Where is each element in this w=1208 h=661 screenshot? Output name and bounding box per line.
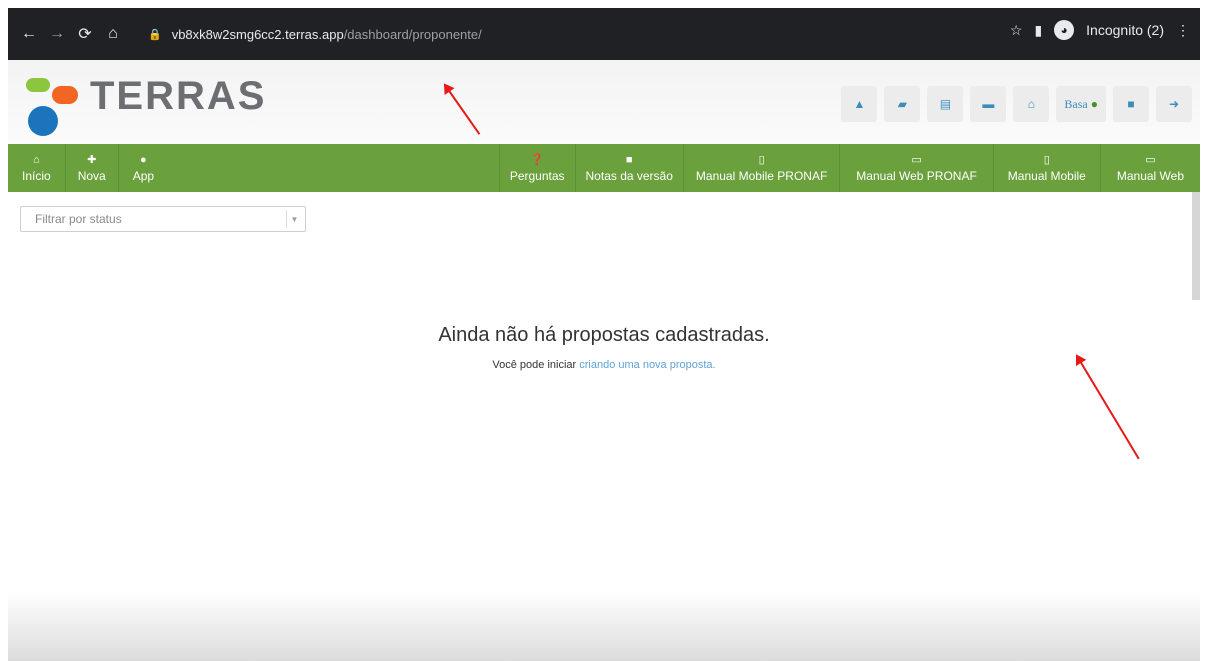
mobile-icon: ▯ xyxy=(758,154,765,166)
reload-icon[interactable]: ⟳ xyxy=(74,23,96,45)
nav-label: Manual Mobile xyxy=(1007,169,1086,183)
bottom-fade xyxy=(8,591,1200,661)
bank-icon: ⌂ xyxy=(1027,97,1036,111)
briefcase-button[interactable]: ▬ xyxy=(970,86,1007,122)
desktop-icon: ▭ xyxy=(911,154,922,166)
book-icon: ▰ xyxy=(897,97,908,111)
main-nav: ⌂ Início ✚ Nova ● App ❓ Perguntas ■ Nota… xyxy=(8,144,1200,192)
nav-label: Manual Mobile PRONAF xyxy=(695,169,828,183)
note-icon: ■ xyxy=(625,154,633,166)
basa-label: Basa xyxy=(1064,96,1088,111)
lock-icon: 🔒 xyxy=(148,28,162,41)
lock-icon: ■ xyxy=(1127,97,1135,111)
nav-manual-web[interactable]: ▭ Manual Web xyxy=(1101,144,1200,192)
site-header: TERRAS ▲ ▰ ▤ ▬ ⌂ Basa ● ■ ➜ xyxy=(8,60,1200,144)
nav-label: Perguntas xyxy=(509,169,565,183)
desktop-icon: ▭ xyxy=(1145,154,1156,166)
logout-button[interactable]: ➜ xyxy=(1156,86,1192,122)
nav-app[interactable]: ● App xyxy=(119,144,168,192)
signout-icon: ➜ xyxy=(1168,97,1180,111)
nav-label: Nova xyxy=(77,169,106,183)
url-host: vb8xk8w2smg6cc2.terras.app xyxy=(171,26,344,42)
logo-orange-dot xyxy=(52,86,78,104)
logo-text: TERRAS xyxy=(90,74,267,118)
status-filter-placeholder: Filtrar por status xyxy=(35,212,122,226)
nav-inicio[interactable]: ⌂ Início xyxy=(8,144,66,192)
status-filter-select[interactable]: Filtrar por status ▼ xyxy=(20,206,306,232)
new-proposal-link[interactable]: criando uma nova proposta. xyxy=(579,359,715,371)
star-icon[interactable]: ☆ xyxy=(1010,22,1023,39)
annotation-arrow xyxy=(1076,355,1140,460)
side-panel-icon[interactable]: ▮ xyxy=(1034,22,1042,39)
browser-toolbar: ← → ⟳ ⌂ 🔒 vb8xk8w2smg6cc2.terras.app/das… xyxy=(8,8,1200,60)
question-icon: ❓ xyxy=(530,154,545,166)
nav-spacer xyxy=(168,144,500,192)
nav-manual-mobile-pronaf[interactable]: ▯ Manual Mobile PRONAF xyxy=(684,144,841,192)
nav-label: Notas da versão xyxy=(585,169,673,183)
list-icon: ▤ xyxy=(939,97,952,111)
chevron-down-icon[interactable]: ▼ xyxy=(286,210,302,228)
header-actions: ▲ ▰ ▤ ▬ ⌂ Basa ● ■ ➜ xyxy=(841,86,1192,122)
plus-icon: ✚ xyxy=(87,154,97,166)
book-button[interactable]: ▰ xyxy=(884,86,921,122)
screen: ← → ⟳ ⌂ 🔒 vb8xk8w2smg6cc2.terras.app/das… xyxy=(8,8,1200,661)
nav-manual-web-pronaf[interactable]: ▭ Manual Web PRONAF xyxy=(840,144,994,192)
terras-logo[interactable]: TERRAS xyxy=(26,70,266,140)
lock-button[interactable]: ■ xyxy=(1113,86,1149,122)
forward-icon[interactable]: → xyxy=(46,23,68,45)
nav-manual-mobile[interactable]: ▯ Manual Mobile xyxy=(994,144,1101,192)
logo-blue-dot xyxy=(28,106,58,136)
empty-state-title: Ainda não há propostas cadastradas. xyxy=(438,324,770,346)
empty-state: Ainda não há propostas cadastradas. Você… xyxy=(8,324,1200,371)
nav-label: Manual Web PRONAF xyxy=(856,169,977,183)
home-icon[interactable]: ⌂ xyxy=(102,23,124,45)
incognito-icon[interactable]: ◕ xyxy=(1054,20,1075,40)
android-icon: ● xyxy=(140,154,147,166)
nav-label: Início xyxy=(22,169,51,183)
mobile-icon: ▯ xyxy=(1043,154,1050,166)
back-icon[interactable]: ← xyxy=(18,23,40,45)
menu-icon[interactable]: ⋮ xyxy=(1176,22,1190,39)
user-button[interactable]: Basa ● xyxy=(1056,86,1106,122)
nav-notas-versao[interactable]: ■ Notas da versão xyxy=(576,144,684,192)
incognito-label[interactable]: Incognito (2) xyxy=(1086,22,1164,38)
bell-icon: ▲ xyxy=(853,97,866,111)
nav-label: App xyxy=(132,169,155,183)
nav-label: Manual Web xyxy=(1116,169,1184,183)
logo-green-dot xyxy=(26,78,50,92)
list-button[interactable]: ▤ xyxy=(927,86,964,122)
home-icon: ⌂ xyxy=(33,154,40,166)
address-bar[interactable]: 🔒 vb8xk8w2smg6cc2.terras.app/dashboard/p… xyxy=(148,22,482,46)
empty-state-subtitle: Você pode iniciar criando uma nova propo… xyxy=(8,359,1200,371)
nav-perguntas[interactable]: ❓ Perguntas xyxy=(500,144,576,192)
scrollbar-thumb[interactable] xyxy=(1192,192,1200,300)
user-icon: ● xyxy=(1090,97,1098,111)
briefcase-icon: ▬ xyxy=(982,97,995,111)
empty-state-prefix: Você pode iniciar xyxy=(492,359,577,371)
nav-nova[interactable]: ✚ Nova xyxy=(66,144,119,192)
url-path: /dashboard/proponente/ xyxy=(343,26,482,42)
notifications-button[interactable]: ▲ xyxy=(841,86,878,122)
bank-button[interactable]: ⌂ xyxy=(1013,86,1050,122)
